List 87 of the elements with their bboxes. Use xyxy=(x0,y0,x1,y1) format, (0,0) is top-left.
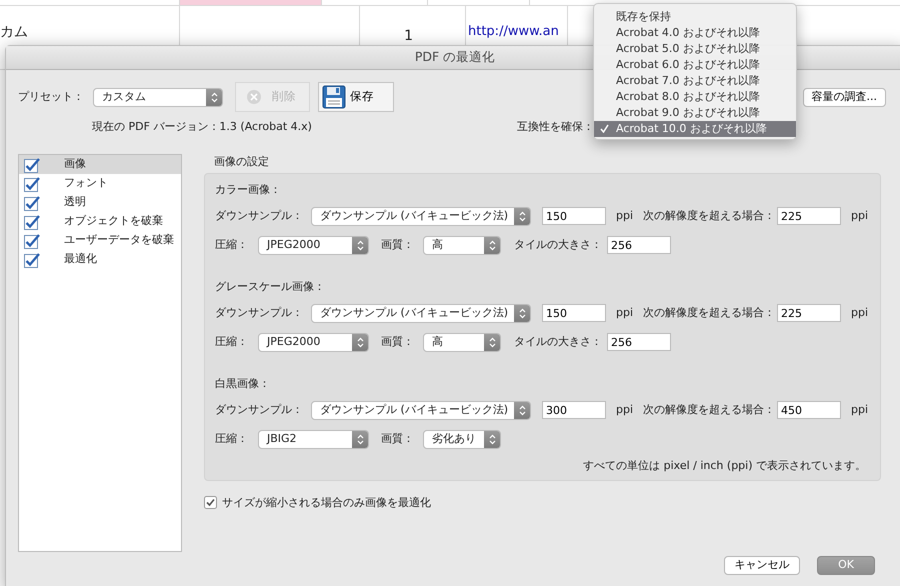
category-item[interactable]: ユーザーデータを破棄 xyxy=(19,231,181,250)
stepper-icon xyxy=(356,240,364,250)
preset-select[interactable]: カスタム xyxy=(93,88,223,106)
category-item[interactable]: 最適化 xyxy=(19,250,181,269)
category-item[interactable]: フォント xyxy=(19,174,181,193)
checkmark-icon xyxy=(600,124,609,133)
menu-item[interactable]: Acrobat 7.0 およびそれ以降 xyxy=(594,73,796,89)
checkbox[interactable] xyxy=(24,214,40,230)
preset-label: プリセット： xyxy=(18,88,85,105)
threshold-label: 次の解像度を超える場合： xyxy=(643,208,776,224)
group-title: 画像の設定 xyxy=(214,154,270,170)
stepper-icon xyxy=(488,336,496,348)
resolution-field[interactable]: 300 xyxy=(542,401,606,419)
threshold-field[interactable]: 225 xyxy=(777,207,842,225)
compression-label: 圧縮： xyxy=(215,334,249,350)
category-item[interactable]: 透明 xyxy=(19,193,181,212)
tile-size-field[interactable]: 256 xyxy=(607,333,671,351)
delete-icon xyxy=(246,89,262,105)
menu-item[interactable]: Acrobat 9.0 およびそれ以降 xyxy=(594,105,796,121)
window-title: PDF の最適化 xyxy=(414,48,496,66)
audit-space-button[interactable]: 容量の調査... xyxy=(802,88,886,106)
quality-select[interactable]: 劣化あり xyxy=(423,430,501,448)
resolution-field[interactable]: 150 xyxy=(542,207,606,225)
downsample-select[interactable]: ダウンサンプル (バイキュービック法) xyxy=(311,206,531,226)
checkbox[interactable] xyxy=(24,252,40,268)
unit-label: ppi xyxy=(616,304,634,321)
downsample-label: ダウンサンプル： xyxy=(215,208,304,224)
menu-item[interactable]: Acrobat 10.0 およびそれ以降 xyxy=(594,121,796,137)
compression-label: 圧縮： xyxy=(215,236,249,253)
tile-size-label: タイルの大きさ： xyxy=(514,334,603,350)
menu-item[interactable]: Acrobat 6.0 およびそれ以降 xyxy=(594,57,796,73)
checkbox-label: サイズが縮小される場合のみ画像を最適化 xyxy=(222,494,431,510)
quality-select[interactable]: 高 xyxy=(423,236,501,254)
stepper-icon xyxy=(518,210,526,222)
quality-label: 画質： xyxy=(381,334,415,350)
stepper-icon xyxy=(518,308,526,318)
save-button[interactable]: 保存 xyxy=(318,82,394,112)
compatibility-label: 互換性を確保： xyxy=(517,118,594,135)
section-title: 白黒画像： xyxy=(215,376,271,392)
downsample-label: ダウンサンプル： xyxy=(215,304,304,321)
quality-label: 画質： xyxy=(381,236,415,253)
cancel-button[interactable]: キャンセル xyxy=(724,556,800,575)
unit-label: ppi xyxy=(851,402,868,418)
unit-label: ppi xyxy=(616,402,634,418)
compression-select[interactable]: JPEG2000 xyxy=(258,332,369,352)
stepper-icon xyxy=(488,434,496,444)
stepper-icon xyxy=(356,336,364,348)
stepper-icon xyxy=(356,434,364,444)
stepper-icon xyxy=(518,404,526,416)
units-note: すべての単位は pixel / inch (ppi) で表示されています。 xyxy=(583,458,866,474)
compression-select[interactable]: JPEG2000 xyxy=(258,236,369,254)
cell-text: カム xyxy=(0,24,28,40)
checkbox[interactable] xyxy=(24,176,40,192)
downsample-label: ダウンサンプル： xyxy=(215,402,304,418)
checkbox[interactable] xyxy=(24,156,40,172)
category-item[interactable]: 画像 xyxy=(19,155,181,174)
downsample-select[interactable]: ダウンサンプル (バイキュービック法) xyxy=(311,304,531,322)
checkbox[interactable] xyxy=(204,496,217,510)
menu-item[interactable]: Acrobat 4.0 およびそれ以降 xyxy=(594,25,796,41)
category-item[interactable]: オブジェクトを破棄 xyxy=(19,212,181,231)
section-title: カラー画像： xyxy=(215,182,282,198)
pdf-version-text: 現在の PDF バージョン：1.3 (Acrobat 4.x) xyxy=(92,118,312,135)
checkbox[interactable] xyxy=(24,194,40,210)
threshold-label: 次の解像度を超える場合： xyxy=(643,402,776,418)
unit-label: ppi xyxy=(851,304,868,321)
threshold-field[interactable]: 450 xyxy=(777,401,842,419)
tile-size-field[interactable]: 256 xyxy=(607,236,671,254)
unit-label: ppi xyxy=(851,208,868,224)
compression-select[interactable]: JBIG2 xyxy=(258,430,369,448)
downsample-select[interactable]: ダウンサンプル (バイキュービック法) xyxy=(311,400,531,420)
compression-label: 圧縮： xyxy=(215,430,249,447)
threshold-label: 次の解像度を超える場合： xyxy=(643,304,776,321)
menu-item[interactable]: Acrobat 5.0 およびそれ以降 xyxy=(594,41,796,57)
stepper-icon xyxy=(210,92,218,102)
cell-text: 1 xyxy=(404,28,413,44)
stepper-icon xyxy=(488,240,496,250)
checkbox[interactable] xyxy=(24,232,40,248)
resolution-field[interactable]: 150 xyxy=(542,304,606,322)
quality-select[interactable]: 高 xyxy=(423,332,501,352)
quality-label: 画質： xyxy=(381,430,415,447)
threshold-field[interactable]: 225 xyxy=(777,304,842,322)
tile-size-label: タイルの大きさ： xyxy=(514,236,603,253)
menu-item[interactable]: Acrobat 8.0 およびそれ以降 xyxy=(594,89,796,105)
section-title: グレースケール画像： xyxy=(215,279,326,296)
link[interactable]: http://www.an xyxy=(468,24,559,39)
unit-label: ppi xyxy=(616,208,634,224)
menu-item[interactable]: 既存を保持 xyxy=(594,9,796,25)
